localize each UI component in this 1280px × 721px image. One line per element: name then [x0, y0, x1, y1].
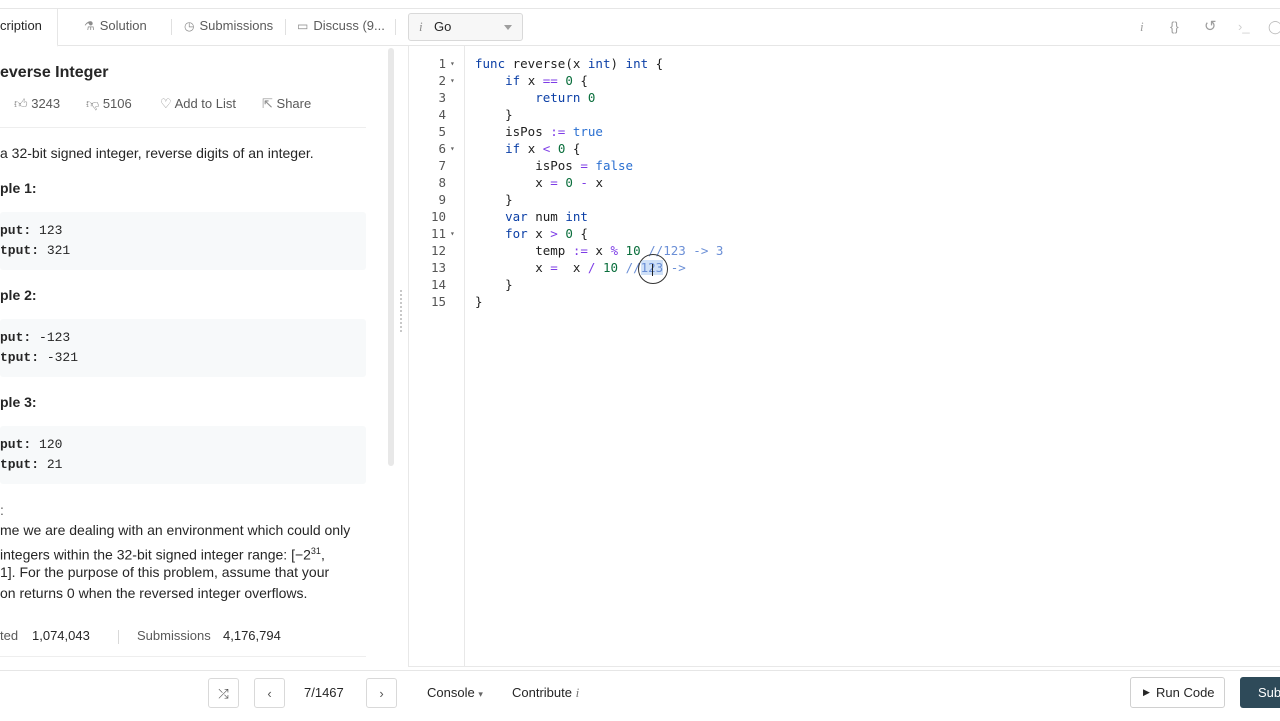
line-gutter: 1 ▾ 2 ▾ 3 4 5 6 ▾ 7 8 9 10 11 ▾ 12 13 14 15: [409, 46, 465, 666]
console-button[interactable]: Console ▾: [427, 678, 483, 709]
caret-down-icon: ▾: [478, 689, 483, 699]
accepted-label: ted: [0, 628, 19, 643]
example-box: put: -123 tput: -321: [0, 319, 366, 377]
tab-description[interactable]: cription: [0, 9, 58, 47]
share-icon: ⇱: [262, 96, 273, 111]
contribute-button[interactable]: Contribute i: [512, 678, 579, 708]
fold-arrow-icon[interactable]: ▾: [450, 225, 455, 242]
flask-icon: ⚗: [84, 19, 95, 33]
tab-submissions[interactable]: ◷ Submissions: [184, 9, 273, 45]
info-icon[interactable]: i: [1140, 9, 1144, 45]
accepted-value: 1,074,043: [32, 628, 90, 643]
shuffle-button[interactable]: ⤮: [208, 678, 239, 708]
submit-button[interactable]: Sub: [1240, 677, 1280, 708]
example-heading: ple 1:: [0, 180, 37, 196]
heart-icon: ♡: [160, 96, 172, 111]
bottom-bar: ⤮ ‹ 7/1467 › Console ▾ Contribute i ▶ Ru…: [0, 670, 1280, 721]
tab-divider: [171, 19, 172, 35]
language-value: Go: [434, 19, 452, 34]
stats-divider: [118, 630, 119, 644]
play-icon: ▶: [1143, 687, 1150, 697]
code-editor[interactable]: 1 ▾ 2 ▾ 3 4 5 6 ▾ 7 8 9 10 11 ▾ 12 13 14 15 func reverse(x…: [408, 46, 1280, 667]
example-heading: ple 3:: [0, 394, 37, 410]
add-to-list-button[interactable]: ♡ Add to List: [160, 96, 236, 112]
fold-arrow-icon[interactable]: ▾: [450, 72, 455, 89]
next-problem-button[interactable]: ›: [366, 678, 397, 708]
fold-arrow-icon[interactable]: ▾: [450, 140, 455, 157]
console-icon[interactable]: ›_: [1238, 9, 1250, 45]
example-heading: ple 2:: [0, 287, 37, 303]
like-button[interactable]: 👍︎ 3243: [14, 96, 60, 112]
problem-description: a 32-bit signed integer, reverse digits …: [0, 145, 314, 161]
tab-discuss[interactable]: ▭ Discuss (9...: [297, 9, 385, 45]
dislike-button[interactable]: 👎︎ 5106: [86, 96, 132, 112]
example-box: put: 120 tput: 21: [0, 426, 366, 484]
comment-icon: ▭: [297, 19, 309, 33]
chevron-left-icon: ‹: [267, 686, 272, 701]
problem-panel: everse Integer 👍︎ 3243 👎︎ 5106 ♡ Add to …: [0, 46, 392, 666]
chevron-right-icon: ›: [379, 686, 384, 701]
run-code-button[interactable]: ▶ Run Code: [1130, 677, 1225, 708]
top-tab-bar: cription ⚗ Solution ◷ Submissions ▭ Discuss…: [0, 8, 1280, 47]
reset-icon[interactable]: ↺: [1204, 9, 1217, 45]
braces-icon[interactable]: {}: [1170, 9, 1179, 45]
example-box: put: 123 tput: 321: [0, 212, 366, 270]
submissions-value: 4,176,794: [223, 628, 281, 643]
tab-divider: [285, 19, 286, 35]
clock-icon: ◷: [184, 19, 195, 33]
divider: [0, 127, 366, 128]
fullscreen-icon[interactable]: ◯: [1268, 9, 1280, 45]
thumbs-up-icon: 👍︎: [14, 96, 28, 111]
shuffle-icon: ⤮: [218, 686, 229, 701]
scrollbar[interactable]: [388, 48, 394, 466]
note-label: :: [0, 502, 4, 518]
prev-problem-button[interactable]: ‹: [254, 678, 285, 708]
page-title: everse Integer: [0, 64, 109, 81]
language-select[interactable]: i Go: [408, 13, 523, 41]
submissions-label: Submissions: [137, 628, 211, 643]
problem-pager: 7/1467: [304, 685, 344, 700]
share-button[interactable]: ⇱ Share: [262, 96, 311, 112]
tab-solution[interactable]: ⚗ Solution: [84, 9, 147, 45]
info-icon: i: [419, 19, 423, 34]
panel-resize-handle[interactable]: [400, 290, 406, 332]
fold-arrow-icon[interactable]: ▾: [450, 55, 455, 72]
thumbs-down-icon: 👎︎: [86, 96, 100, 111]
info-icon: i: [575, 685, 580, 700]
text-cursor-icon: [652, 262, 654, 278]
divider: [0, 656, 366, 657]
tab-divider: [395, 19, 396, 35]
chevron-down-icon: [504, 25, 512, 30]
